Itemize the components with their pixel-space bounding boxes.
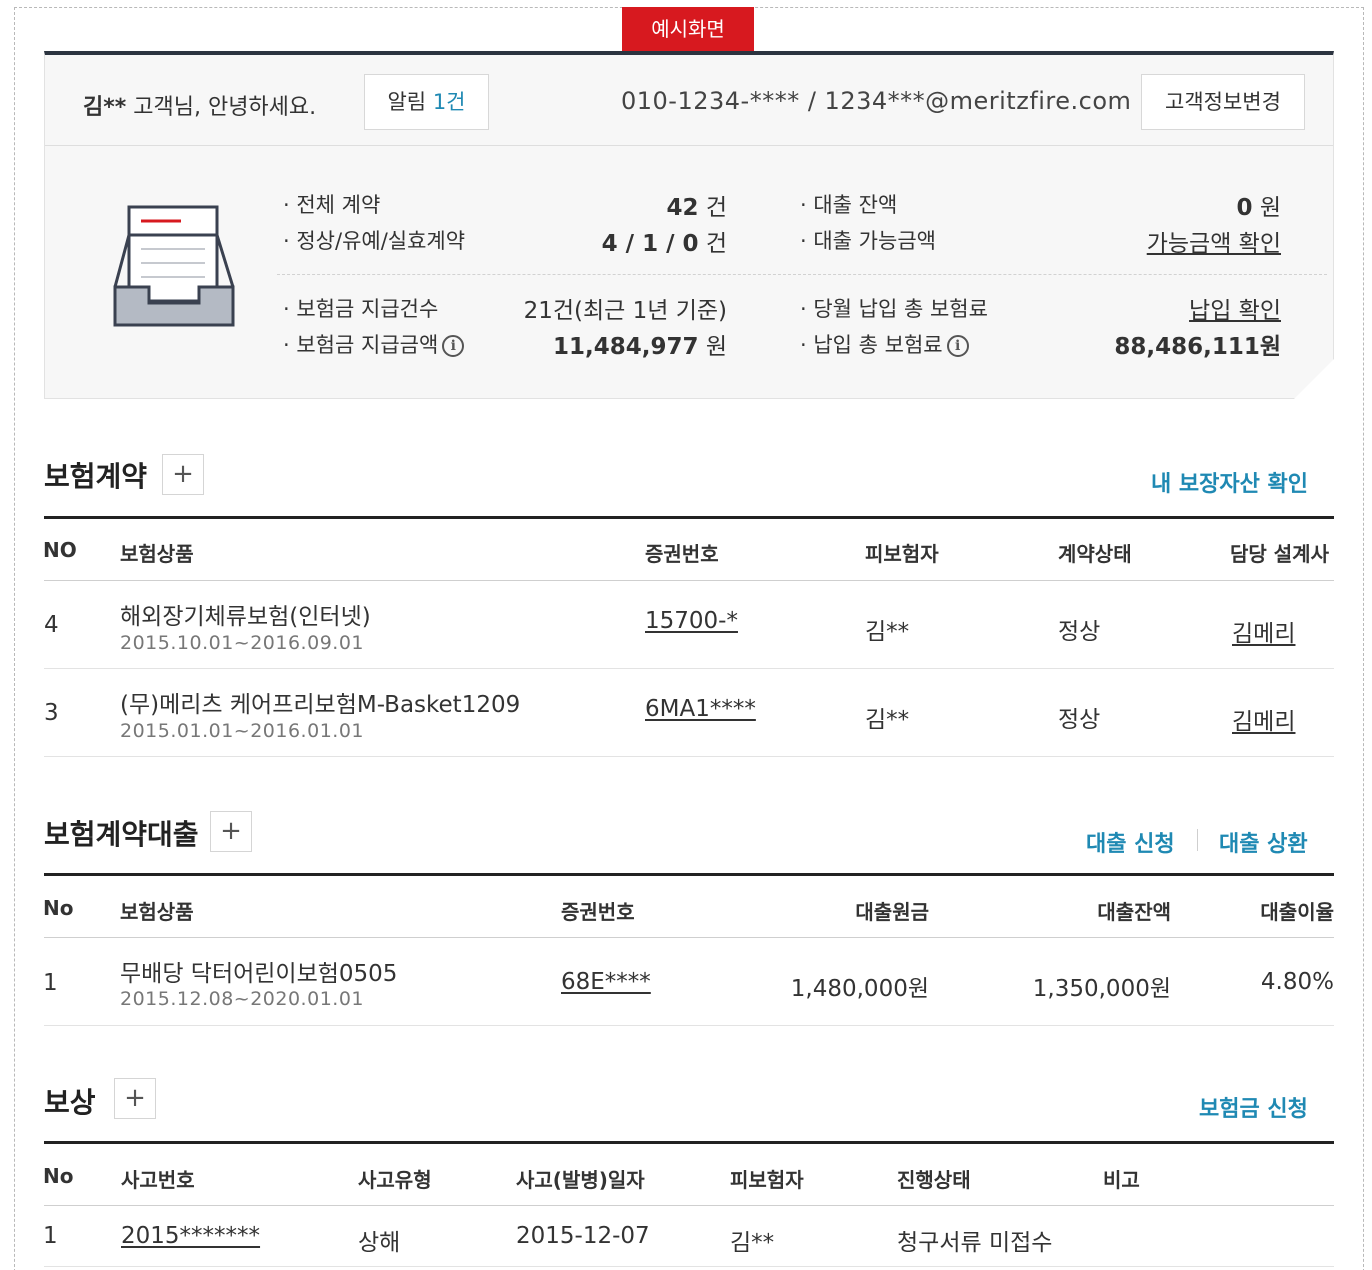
policy-number-link[interactable]: 68E**** [561,969,651,995]
cell-accident-type: 상해 [358,1230,401,1256]
contact-info: 010-1234-**** / 1234***@meritzfire.com [621,87,1132,115]
total-contracts-value: 42 건 [666,195,728,221]
cell-product: 해외장기체류보험(인터넷) [120,604,371,630]
th-note: 비고 [1103,1168,1140,1192]
info-icon[interactable]: i [946,335,969,357]
th-product: 보험상품 [120,900,194,924]
cell-product: (무)메리츠 케어프리보험M-Basket1209 [120,692,521,718]
cell-period: 2015.12.08~2020.01.01 [120,988,364,1010]
edit-profile-button[interactable]: 고객정보변경 [1141,74,1305,130]
cell-no: 1 [43,1223,58,1249]
claim-apply-link[interactable]: 보험금 신청 [1199,1091,1308,1123]
loan-balance-value: 0 원 [1236,195,1282,221]
greeting: 김** 고객님, 안녕하세요. [83,89,316,121]
table-top-border [44,516,1334,519]
loan-repay-link[interactable]: 대출 상환 [1219,826,1308,858]
contracts-expand-plus-icon[interactable]: + [162,454,204,495]
total-premium-value: 88,486,111원 [1114,334,1281,360]
claim-count-label: · 보험금 지급건수 [283,297,439,321]
cell-insured: 김** [865,707,910,733]
cell-no: 3 [44,700,59,726]
th-rate: 대출이율 [1260,900,1334,924]
alarm-count: 1건 [432,90,466,114]
contract-status-value: 4 / 1 / 0 건 [601,231,727,257]
th-principal: 대출원금 [855,900,929,924]
th-progress: 진행상태 [897,1168,971,1192]
th-product: 보험상품 [120,542,194,566]
total-premium-label: · 납입 총 보험료 i [800,329,969,359]
claim-amount-label: · 보험금 지급금액 i [283,329,465,359]
loan-apply-link[interactable]: 대출 신청 [1086,826,1175,858]
th-insured: 피보험자 [730,1168,804,1192]
table-header-border [44,937,1334,938]
cell-rate: 4.80% [1260,969,1334,995]
contracts-section-title: 보험계약 [44,460,148,493]
cell-principal: 1,480,000원 [790,976,929,1002]
th-insured: 피보험자 [865,542,939,566]
loans-expand-plus-icon[interactable]: + [210,811,252,852]
alarm-button[interactable]: 알림 1건 [364,74,489,130]
check-available-amount-link[interactable]: 가능금액 확인 [1147,224,1281,258]
contract-status-label: · 정상/유예/실효계약 [283,229,466,253]
check-payment-link[interactable]: 납입 확인 [1189,291,1281,325]
alarm-label: 알림 [387,90,427,114]
document-tray-icon [113,205,235,327]
cell-insured: 김** [865,619,910,645]
greeting-text: 고객님, 안녕하세요. [133,95,317,120]
th-agent: 담당 설계사 [1230,542,1329,566]
loans-section-title: 보험계약대출 [44,818,199,851]
th-policy: 증권번호 [561,900,635,924]
cell-period: 2015.10.01~2016.09.01 [120,632,364,654]
th-accident-no: 사고번호 [121,1168,195,1192]
sample-screen-tag: 예시화면 [622,7,754,52]
link-separator [1197,829,1198,851]
claim-count-value: 21건(최근 1년 기준) [523,298,727,324]
cell-accident-date: 2015-12-07 [516,1223,650,1249]
summary-divider [277,274,1327,275]
loan-balance-label: · 대출 잔액 [800,193,898,217]
row-divider [44,756,1334,757]
cell-status: 정상 [1058,707,1101,733]
th-policy: 증권번호 [645,542,719,566]
cell-product: 무배당 닥터어린이보험0505 [120,961,398,987]
customer-name: 김** [83,95,127,120]
total-contracts-label: · 전체 계약 [283,193,381,217]
th-no: No [43,896,74,920]
th-no: No [43,1164,74,1188]
customer-header: 김** 고객님, 안녕하세요. 알림 1건 010-1234-**** / 12… [45,55,1333,146]
table-header-border [44,580,1334,581]
my-coverage-link[interactable]: 내 보장자산 확인 [1151,466,1308,498]
policy-number-link[interactable]: 6MA1**** [645,696,756,722]
cell-period: 2015.01.01~2016.01.01 [120,720,364,742]
table-header-border [44,1205,1334,1206]
row-divider [44,668,1334,669]
agent-link[interactable]: 김메리 [1232,702,1295,736]
accident-number-link[interactable]: 2015******* [121,1223,260,1249]
claims-expand-plus-icon[interactable]: + [114,1078,156,1119]
th-accident-type: 사고유형 [358,1168,432,1192]
th-no: NO [43,538,77,562]
info-icon[interactable]: i [442,335,465,357]
cell-status: 정상 [1058,619,1101,645]
th-accident-date: 사고(발병)일자 [516,1168,645,1192]
cell-insured: 김** [730,1230,775,1256]
row-divider [44,1025,1334,1026]
panel-corner-cut [1294,359,1334,399]
cell-progress: 청구서류 미접수 [897,1230,1053,1256]
cell-no: 1 [43,970,58,996]
loan-available-label: · 대출 가능금액 [800,229,936,253]
th-balance: 대출잔액 [1097,900,1171,924]
policy-number-link[interactable]: 15700-* [645,608,738,634]
monthly-premium-label: · 당월 납입 총 보험료 [800,297,988,321]
agent-link[interactable]: 김메리 [1232,614,1295,648]
row-divider [44,1266,1334,1267]
claims-section-title: 보상 [44,1086,96,1119]
table-top-border [44,873,1334,876]
claim-amount-value: 11,484,977 원 [553,334,727,360]
th-status: 계약상태 [1058,542,1132,566]
customer-summary-panel: 김** 고객님, 안녕하세요. 알림 1건 010-1234-**** / 12… [44,51,1334,399]
cell-no: 4 [44,612,59,638]
table-top-border [44,1141,1334,1144]
cell-balance: 1,350,000원 [1032,976,1171,1002]
